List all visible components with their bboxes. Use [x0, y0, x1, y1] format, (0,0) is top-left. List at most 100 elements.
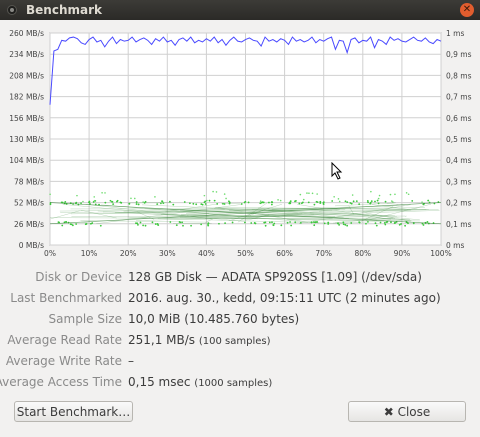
access-time-point	[109, 199, 112, 202]
x-tick-label: 30%	[159, 249, 176, 258]
access-time-point	[157, 224, 160, 226]
access-time-point	[135, 201, 138, 203]
window-menu-icon[interactable]	[7, 5, 17, 15]
access-time-outlier-point	[370, 190, 372, 193]
info-row-write-rate: Average Write Rate –	[0, 354, 480, 374]
y-tick-left-label: 26 MB/s	[14, 220, 44, 229]
access-time-point	[268, 201, 270, 204]
x-tick-label: 40%	[198, 249, 215, 258]
x-tick-label: 60%	[276, 249, 293, 258]
access-time-point	[367, 201, 369, 204]
close-icon: ✖	[383, 405, 394, 419]
y-tick-left-label: 130 MB/s	[9, 135, 44, 144]
access-time-point	[383, 221, 386, 224]
x-tick-label: 20%	[120, 249, 137, 258]
y-tick-left-label: 260 MB/s	[9, 29, 44, 38]
x-tick-label: 10%	[81, 249, 98, 258]
access-time-point	[250, 222, 253, 224]
access-time-point	[286, 221, 289, 224]
access-time-point	[375, 224, 378, 227]
access-time-point	[88, 201, 90, 204]
title-bar[interactable]: Benchmark ✕	[0, 0, 480, 20]
access-time-outlier-point	[259, 200, 262, 202]
access-time-point	[208, 199, 211, 202]
access-time-point	[192, 202, 195, 205]
access-time-point	[310, 221, 313, 224]
access-time-point	[280, 224, 283, 227]
close-button[interactable]: ✖ Close	[348, 401, 466, 422]
access-time-point	[384, 223, 387, 226]
info-row-device: Disk or Device 128 GB Disk — ADATA SP920…	[0, 270, 480, 290]
access-time-point	[273, 222, 276, 225]
start-benchmark-button[interactable]: Start Benchmark…	[14, 401, 133, 422]
access-time-point	[201, 203, 204, 206]
access-time-point	[84, 223, 87, 226]
access-time-point	[379, 221, 382, 224]
access-time-outlier-point	[405, 192, 408, 194]
info-row-sample-size: Sample Size 10,0 MiB (10.485.760 bytes)	[0, 312, 480, 332]
access-time-point	[161, 200, 164, 203]
access-time-outlier-point	[225, 197, 227, 200]
access-time-point	[272, 224, 275, 227]
access-time-outlier-point	[212, 190, 214, 193]
access-time-point	[188, 202, 191, 205]
access-time-point	[247, 201, 250, 204]
x-tick-label: 50%	[237, 249, 254, 258]
access-time-outlier-point	[223, 193, 226, 195]
y-tick-left-label: 0 MB/s	[19, 241, 44, 250]
access-time-outlier-point	[277, 199, 279, 201]
y-tick-right-label: 0,2 ms	[446, 199, 472, 208]
access-time-point	[224, 222, 226, 225]
window-close-button[interactable]: ✕	[460, 3, 474, 17]
access-time-point	[244, 221, 246, 224]
info-row-read-rate: Average Read Rate 251,1 MB/s (100 sample…	[0, 333, 480, 353]
access-time-point	[128, 202, 131, 205]
y-tick-right-label: 0,9 ms	[446, 50, 472, 59]
y-tick-right-label: 0,6 ms	[446, 114, 472, 123]
access-time-point	[104, 201, 107, 204]
access-time-outlier-point	[421, 201, 423, 203]
access-time-point	[355, 200, 358, 203]
y-tick-left-label: 52 MB/s	[14, 199, 44, 208]
access-time-point	[271, 221, 273, 224]
access-time-point	[195, 203, 198, 206]
access-time-outlier-point	[308, 192, 310, 195]
x-tick-label: 80%	[354, 249, 371, 258]
access-time-point	[404, 224, 406, 227]
access-time-point	[112, 203, 115, 206]
access-time-point	[314, 221, 317, 224]
access-time-outlier-point	[338, 200, 341, 203]
access-time-point	[216, 203, 219, 205]
access-time-point	[222, 202, 224, 205]
access-time-point	[139, 221, 142, 224]
access-time-point	[268, 221, 271, 224]
access-time-point	[181, 221, 184, 224]
info-label: Last Benchmarked	[10, 291, 122, 305]
x-tick-label: 90%	[394, 249, 411, 258]
access-time-point	[390, 221, 392, 224]
access-time-point	[99, 224, 102, 227]
access-time-point	[207, 222, 210, 225]
access-time-outlier-point	[101, 191, 103, 194]
access-time-point	[377, 202, 380, 205]
access-time-outlier-point	[378, 194, 381, 197]
access-time-point	[75, 201, 78, 204]
access-time-point	[369, 201, 372, 204]
access-time-point	[218, 222, 220, 225]
access-time-point	[120, 201, 123, 204]
access-time-outlier-point	[316, 193, 318, 195]
access-time-outlier-point	[391, 200, 393, 202]
close-label: Close	[397, 405, 431, 419]
info-label: Sample Size	[48, 312, 122, 326]
info-note: (1000 samples)	[194, 378, 273, 389]
access-time-outlier-point	[333, 195, 335, 198]
access-time-point	[137, 203, 140, 206]
info-row-last-benchmarked: Last Benchmarked 2016. aug. 30., kedd, 0…	[0, 291, 480, 311]
info-label: Disk or Device	[35, 270, 122, 284]
access-time-point	[270, 201, 273, 203]
access-time-point	[243, 201, 246, 204]
window-title: Benchmark	[26, 3, 102, 17]
access-time-point	[259, 202, 262, 205]
access-time-point	[183, 201, 186, 203]
mouse-pointer-icon	[331, 161, 343, 184]
